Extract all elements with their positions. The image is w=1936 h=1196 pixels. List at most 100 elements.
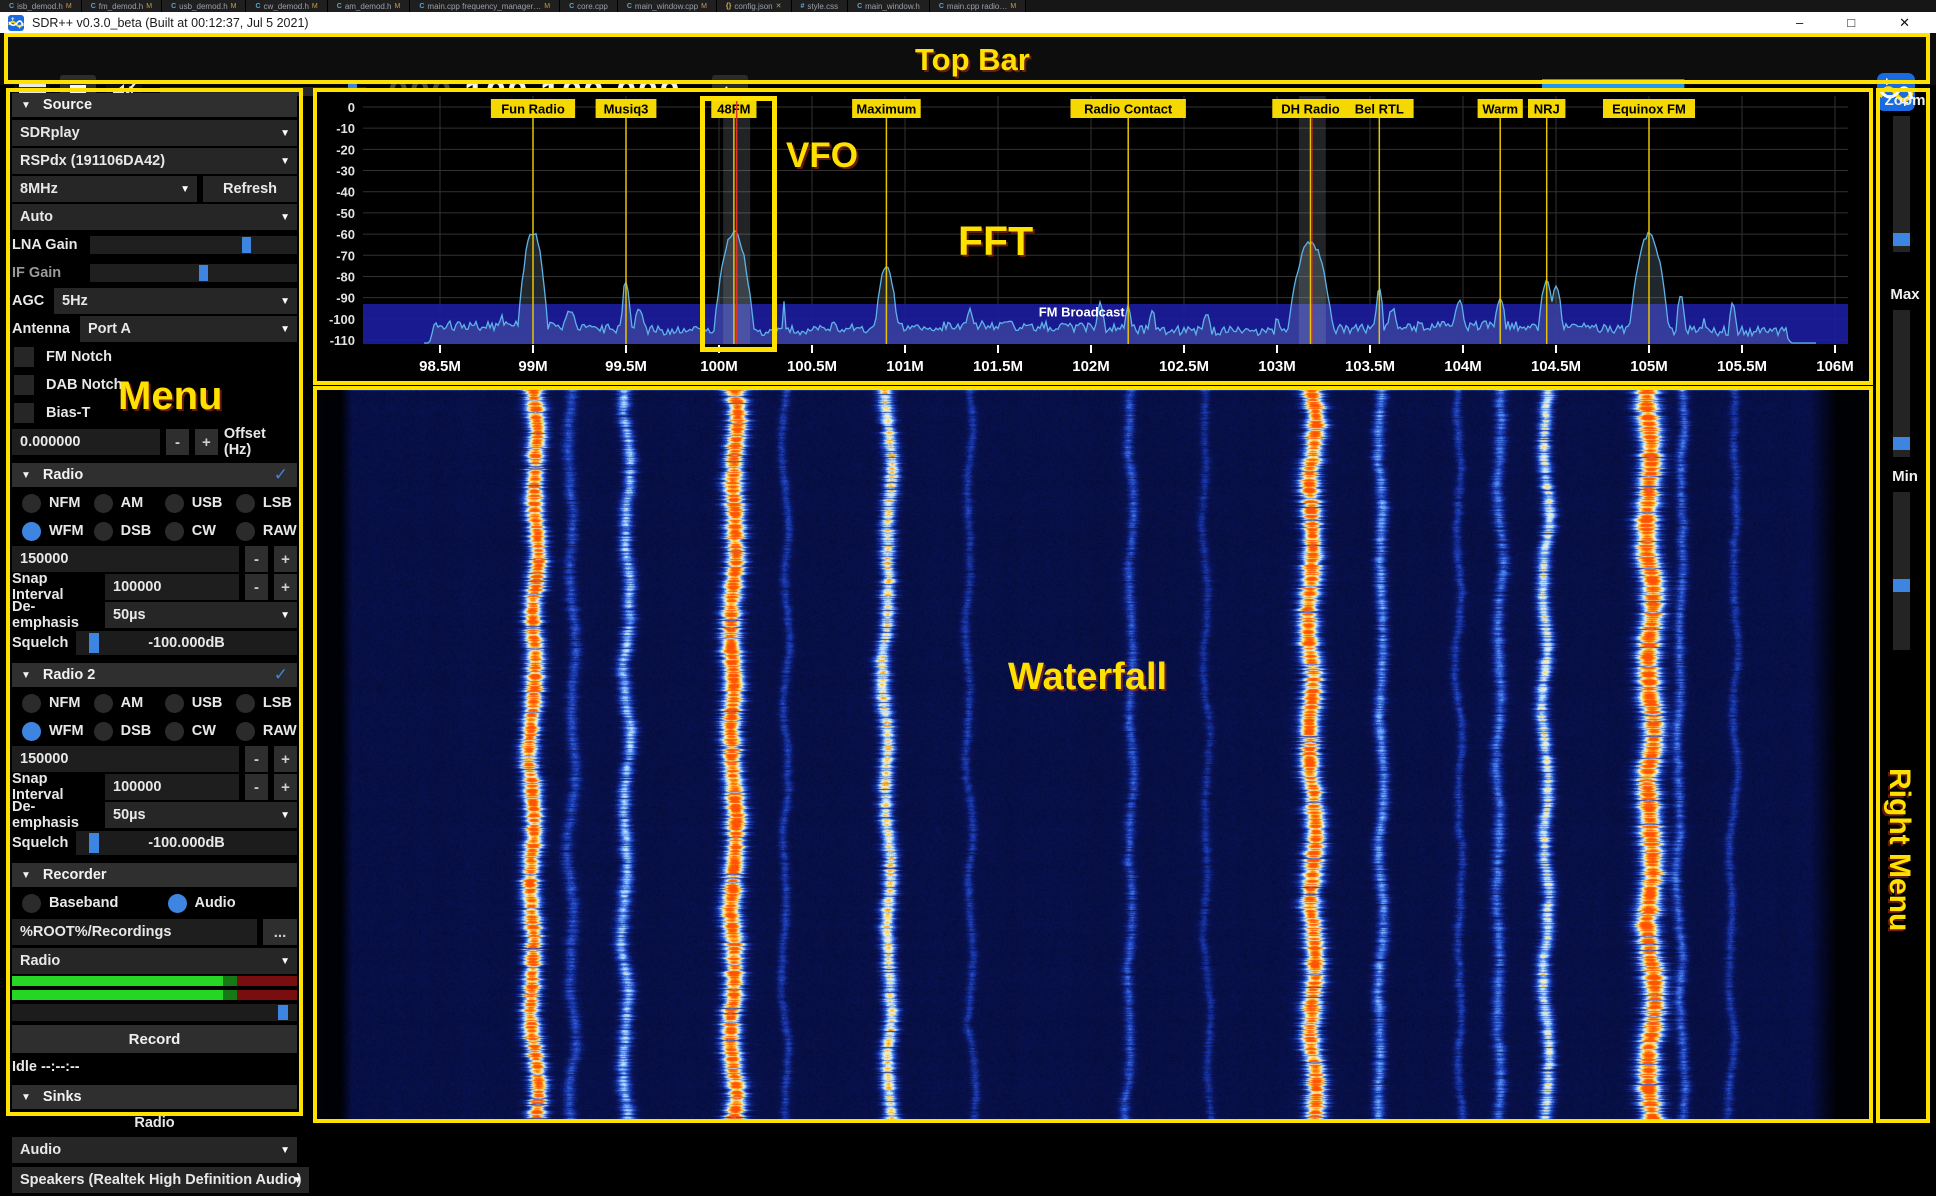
editor-tab[interactable]: {}config.json✕ — [717, 0, 792, 12]
section-header-recorder[interactable]: ▼Recorder — [12, 863, 297, 887]
radio-circle[interactable] — [165, 694, 184, 713]
bandwidth-minus-button[interactable]: - — [245, 546, 268, 572]
editor-tab[interactable]: Cisb_demod.hM — [0, 0, 82, 12]
zoom-slider[interactable] — [1893, 116, 1910, 252]
enabled-check-icon[interactable]: ✓ — [274, 465, 288, 485]
slider-handle[interactable] — [1893, 437, 1910, 450]
mode-raw[interactable]: RAW — [226, 718, 297, 744]
refresh-button[interactable]: Refresh — [203, 176, 297, 202]
dab-notch-checkbox[interactable] — [14, 375, 34, 395]
radio-circle[interactable] — [236, 494, 255, 513]
recorder-mode-audio[interactable]: Audio — [158, 894, 298, 913]
snap-minus-button[interactable]: - — [245, 774, 268, 800]
squelch-slider[interactable]: -100.000dB — [76, 631, 297, 655]
enabled-check-icon[interactable]: ✓ — [274, 665, 288, 685]
slider-handle[interactable] — [1893, 579, 1910, 592]
editor-tab[interactable]: Ccw_demod.hM — [246, 0, 327, 12]
editor-tab[interactable]: Cam_demod.hM — [328, 0, 411, 12]
radio2-bandwidth-input[interactable]: 150000 — [12, 746, 239, 772]
snap-plus-button[interactable]: + — [274, 574, 297, 600]
recorder-stream-select[interactable]: Radio▼ — [12, 948, 297, 974]
slider-handle[interactable] — [89, 633, 99, 653]
sink-type-select[interactable]: Audio▼ — [12, 1137, 297, 1163]
radio-circle[interactable] — [165, 522, 184, 541]
radio-circle[interactable] — [165, 494, 184, 513]
slider-handle[interactable] — [242, 237, 251, 253]
bandwidth-select[interactable]: 8MHz▼ — [12, 176, 197, 202]
editor-tab[interactable]: Cfm_demod.hM — [82, 0, 162, 12]
editor-tab[interactable]: #style.css — [792, 0, 849, 12]
radio-circle[interactable] — [22, 694, 41, 713]
editor-tab[interactable]: Cmain_window.cppM — [618, 0, 717, 12]
radio-circle[interactable] — [168, 894, 187, 913]
radio-circle[interactable] — [236, 722, 255, 741]
mode-dsb[interactable]: DSB — [84, 518, 155, 544]
mode-cw[interactable]: CW — [155, 718, 226, 744]
recordings-path-input[interactable]: %ROOT%/Recordings — [12, 919, 257, 945]
source-driver-select[interactable]: SDRplay▼ — [12, 120, 297, 146]
mode-nfm[interactable]: NFM — [12, 490, 84, 516]
recorder-mode-baseband[interactable]: Baseband — [12, 894, 152, 913]
slider-handle[interactable] — [278, 1005, 288, 1020]
mode-usb[interactable]: USB — [155, 690, 226, 716]
if-gain-slider[interactable] — [90, 264, 297, 282]
radio-circle[interactable] — [22, 894, 41, 913]
snap-plus-button[interactable]: + — [274, 774, 297, 800]
radio-circle[interactable] — [94, 694, 113, 713]
mode-am[interactable]: AM — [84, 490, 155, 516]
editor-tab[interactable]: Ccore.cpp — [560, 0, 618, 12]
slider-handle[interactable] — [89, 833, 99, 853]
antenna-select[interactable]: Port A▼ — [80, 316, 297, 342]
section-header-radio2[interactable]: ▼Radio 2✓ — [12, 663, 297, 687]
slider-handle[interactable] — [1893, 233, 1910, 246]
close-button[interactable]: ✕ — [1899, 15, 1910, 31]
radio-circle[interactable] — [236, 522, 255, 541]
mode-lsb[interactable]: LSB — [226, 690, 297, 716]
editor-tab[interactable]: Cmain.cpp radio…M — [930, 0, 1026, 12]
lna-gain-slider[interactable] — [90, 236, 297, 254]
mode-wfm[interactable]: WFM — [12, 718, 84, 744]
bandwidth-plus-button[interactable]: + — [274, 746, 297, 772]
record-button[interactable]: Record — [12, 1025, 297, 1053]
section-header-source[interactable]: ▼Source — [12, 93, 297, 117]
mode-raw[interactable]: RAW — [226, 518, 297, 544]
radio-bandwidth-input[interactable]: 150000 — [12, 546, 239, 572]
editor-tab[interactable]: Cmain.cpp frequency_manager…M — [410, 0, 560, 12]
snap-minus-button[interactable]: - — [245, 574, 268, 600]
deemphasis-select[interactable]: 50µs▼ — [105, 802, 297, 828]
audio-device-select[interactable]: Speakers (Realtek High Definition Audio)… — [12, 1167, 309, 1193]
mode-am[interactable]: AM — [84, 690, 155, 716]
gain-mode-select[interactable]: Auto▼ — [12, 204, 297, 230]
waterfall-canvas[interactable] — [322, 389, 1866, 1122]
mode-cw[interactable]: CW — [155, 518, 226, 544]
radio-circle[interactable] — [236, 694, 255, 713]
offset-plus-button[interactable]: + — [195, 429, 218, 455]
mode-nfm[interactable]: NFM — [12, 690, 84, 716]
minimize-button[interactable]: – — [1796, 15, 1803, 31]
agc-select[interactable]: 5Hz▼ — [54, 288, 297, 314]
radio-circle[interactable] — [94, 494, 113, 513]
editor-tab[interactable]: Cusb_demod.hM — [162, 0, 246, 12]
deemphasis-select[interactable]: 50µs▼ — [105, 602, 297, 628]
radio-circle[interactable] — [94, 522, 113, 541]
maximize-button[interactable]: □ — [1847, 15, 1855, 31]
snap-interval-input[interactable]: 100000 — [105, 574, 239, 600]
recorder-volume-slider[interactable] — [12, 1004, 297, 1021]
bandwidth-minus-button[interactable]: - — [245, 746, 268, 772]
mode-usb[interactable]: USB — [155, 490, 226, 516]
snap-interval-input[interactable]: 100000 — [105, 774, 239, 800]
radio-circle[interactable] — [165, 722, 184, 741]
radio-circle[interactable] — [94, 722, 113, 741]
mode-wfm[interactable]: WFM — [12, 518, 84, 544]
min-slider[interactable] — [1893, 492, 1910, 650]
slider-handle[interactable] — [199, 265, 208, 281]
bias-t-checkbox[interactable] — [14, 403, 34, 423]
section-header-sinks[interactable]: ▼Sinks — [12, 1085, 297, 1109]
radio-circle[interactable] — [22, 722, 41, 741]
offset-input[interactable]: 0.000000 — [12, 429, 160, 455]
bandwidth-plus-button[interactable]: + — [274, 546, 297, 572]
radio-circle[interactable] — [22, 522, 41, 541]
offset-minus-button[interactable]: - — [166, 429, 189, 455]
mode-lsb[interactable]: LSB — [226, 490, 297, 516]
source-device-select[interactable]: RSPdx (191106DA42)▼ — [12, 148, 297, 174]
